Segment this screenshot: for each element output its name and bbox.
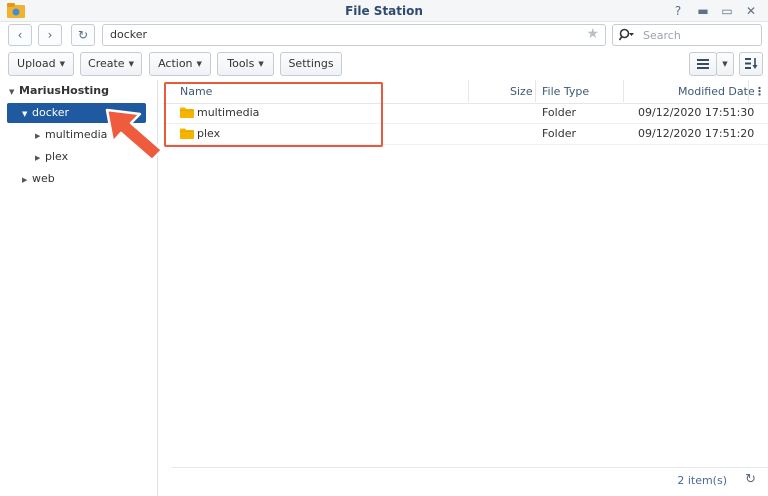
- column-options-icon[interactable]: ⋮: [754, 82, 765, 102]
- help-icon[interactable]: ?: [669, 2, 687, 20]
- status-bar: 2 item(s) ↻: [172, 467, 768, 496]
- pointer-arrow-icon: [105, 108, 164, 162]
- tree-item-label: web: [32, 172, 55, 185]
- create-button[interactable]: Create ▼: [80, 52, 142, 76]
- star-icon[interactable]: ★: [586, 26, 599, 42]
- tree-root[interactable]: ▼ MariusHosting: [9, 81, 109, 101]
- list-view-icon: [697, 59, 709, 69]
- column-header-file-type[interactable]: File Type: [542, 82, 589, 102]
- toolbar: Upload ▼ Create ▼ Action ▼ Tools ▼ Settings …: [0, 52, 768, 78]
- collapsed-triangle-icon: ▶: [22, 176, 28, 184]
- path-text: docker: [110, 28, 148, 41]
- caret-down-icon: ▼: [59, 60, 65, 68]
- expanded-triangle-icon: ▼: [22, 110, 28, 118]
- caret-down-icon: ▼: [722, 60, 728, 68]
- column-divider: [748, 80, 749, 102]
- settings-button[interactable]: Settings: [280, 52, 342, 76]
- window-title: File Station: [345, 4, 423, 18]
- refresh-icon[interactable]: ↻: [745, 472, 756, 487]
- tree-item-label: docker: [32, 106, 70, 119]
- highlight-box: [164, 82, 383, 147]
- title-bar: File Station ? ▬ ▭ ✕: [0, 0, 768, 22]
- tree-item-label: multimedia: [45, 128, 108, 141]
- sort-button[interactable]: [739, 52, 763, 76]
- tree-item-multimedia[interactable]: ▶ multimedia: [35, 125, 107, 145]
- file-type: Folder: [542, 127, 576, 140]
- view-mode-dropdown-button[interactable]: ▼: [716, 52, 734, 76]
- action-label: Action: [158, 57, 193, 70]
- caret-down-icon: ▼: [128, 60, 134, 68]
- forward-button[interactable]: ›: [38, 24, 62, 46]
- search-icon: [619, 28, 634, 41]
- tools-button[interactable]: Tools ▼: [217, 52, 274, 76]
- tree-item-label: plex: [45, 150, 69, 163]
- create-label: Create: [88, 57, 125, 70]
- action-button[interactable]: Action ▼: [149, 52, 211, 76]
- search-input[interactable]: Search: [612, 24, 762, 46]
- sort-icon: [744, 58, 757, 69]
- column-divider: [623, 80, 624, 102]
- file-modified-date: 09/12/2020 17:51:20: [638, 127, 755, 140]
- file-type: Folder: [542, 106, 576, 119]
- caret-down-icon: ▼: [196, 60, 202, 68]
- upload-button[interactable]: Upload ▼: [8, 52, 74, 76]
- tools-label: Tools: [227, 57, 255, 70]
- caret-down-icon: ▼: [258, 60, 264, 68]
- item-count: 2 item(s): [677, 474, 727, 487]
- collapsed-triangle-icon: ▶: [35, 154, 41, 162]
- tree-item-plex[interactable]: ▶ plex: [35, 147, 68, 167]
- close-icon[interactable]: ✕: [742, 2, 760, 20]
- tree-root-label: MariusHosting: [19, 84, 109, 97]
- path-input[interactable]: docker ★: [102, 24, 606, 46]
- expanded-triangle-icon: ▼: [9, 88, 15, 96]
- upload-label: Upload: [17, 57, 56, 70]
- column-header-size[interactable]: Size: [510, 82, 533, 102]
- minimize-icon[interactable]: ▬: [694, 2, 712, 20]
- maximize-icon[interactable]: ▭: [718, 2, 736, 20]
- collapsed-triangle-icon: ▶: [35, 132, 41, 140]
- list-view-button[interactable]: [689, 52, 717, 76]
- column-divider: [535, 80, 536, 102]
- refresh-button[interactable]: ↻: [71, 24, 95, 46]
- navigation-bar: ‹ › ↻ docker ★ Search: [0, 22, 768, 48]
- back-button[interactable]: ‹: [8, 24, 32, 46]
- column-divider: [468, 80, 469, 102]
- column-header-modified-date[interactable]: Modified Date: [678, 82, 755, 102]
- search-placeholder: Search: [643, 29, 681, 42]
- tree-item-web[interactable]: ▶ web: [22, 169, 55, 189]
- file-modified-date: 09/12/2020 17:51:30: [638, 106, 755, 119]
